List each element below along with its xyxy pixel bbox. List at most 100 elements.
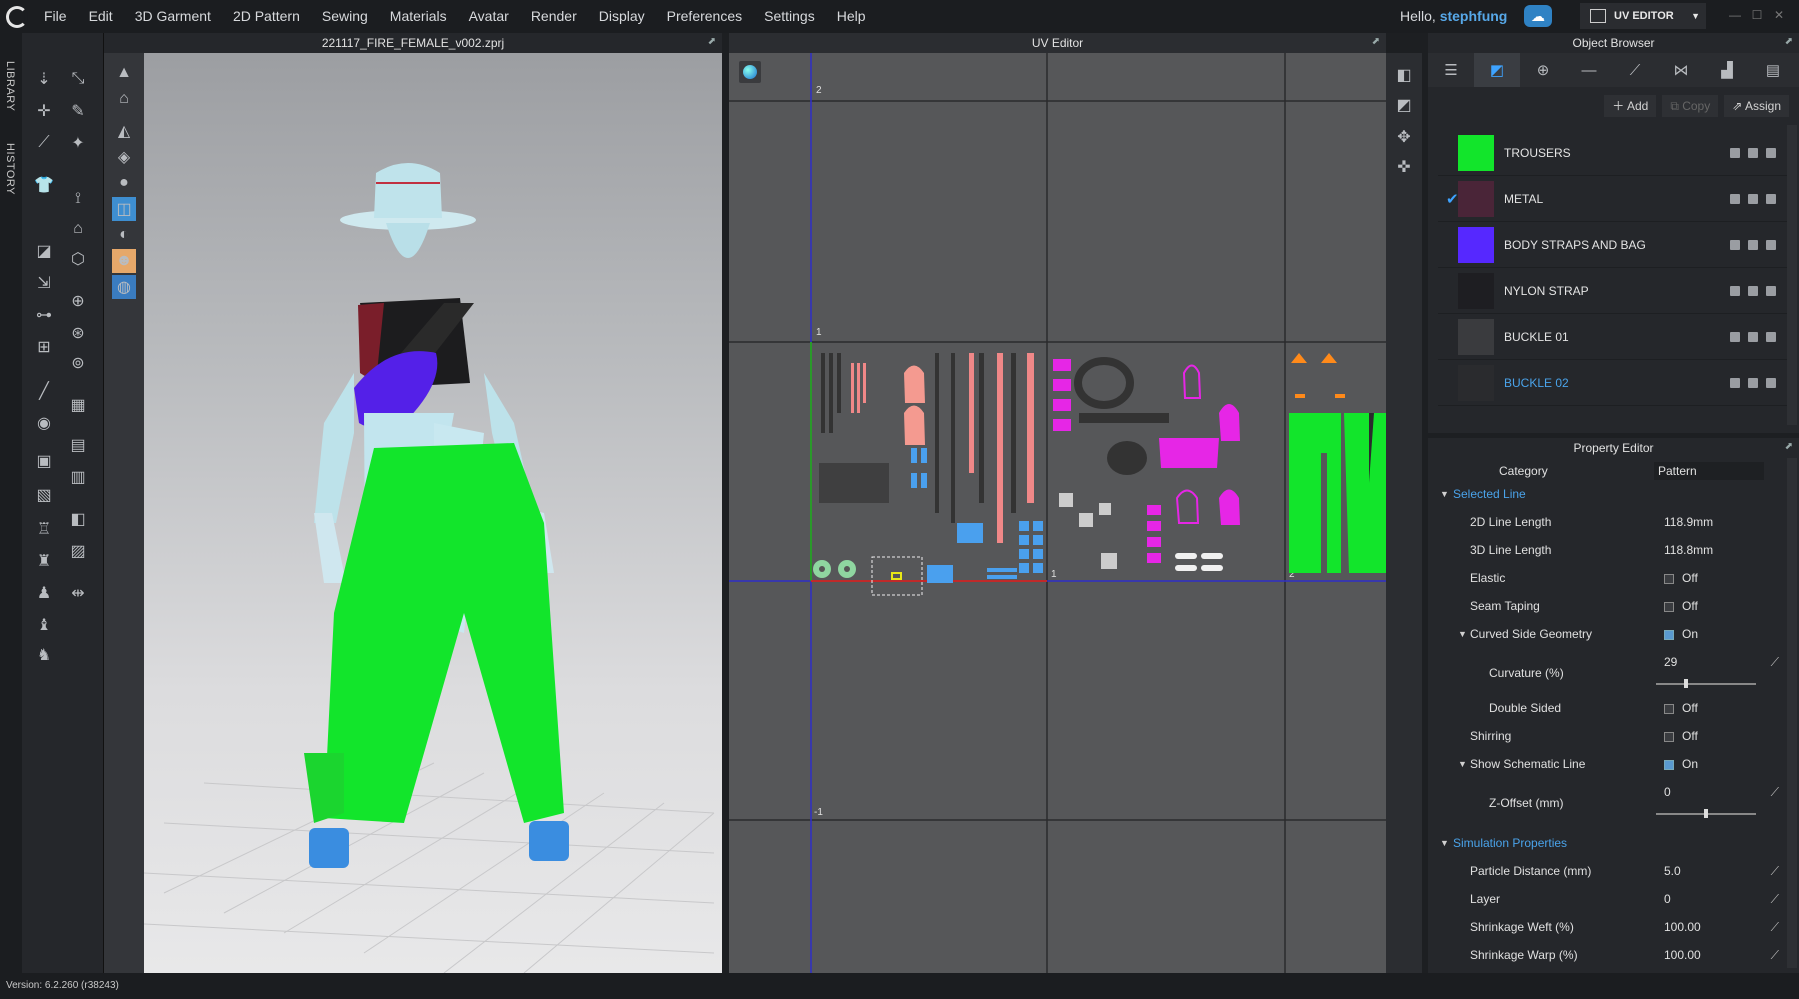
minimize-icon[interactable]: — <box>1726 8 1744 24</box>
select-mesh-icon[interactable]: ⤡ <box>66 67 90 91</box>
duplicate-icon[interactable] <box>1730 331 1740 342</box>
view-avatar-icon[interactable]: ● <box>112 171 136 195</box>
particle-value[interactable]: 5.0 <box>1664 864 1681 878</box>
layer-value[interactable]: 0 <box>1664 892 1671 906</box>
avatar-scene[interactable] <box>104 53 722 973</box>
snapshot-icon[interactable]: ◩ <box>1392 93 1416 117</box>
sim-props-header[interactable]: Simulation Properties <box>1453 836 1567 850</box>
buttonhole-icon[interactable]: ⊛ <box>66 321 90 345</box>
material-row[interactable]: BODY STRAPS AND BAG <box>1438 222 1788 268</box>
measure-icon[interactable]: ⇲ <box>32 271 56 295</box>
lock-icon[interactable] <box>1748 193 1758 204</box>
save-icon[interactable] <box>1766 285 1776 296</box>
schematic-toggle[interactable]: On <box>1664 757 1698 771</box>
particle-pin-icon[interactable]: ⟋ <box>1771 864 1779 879</box>
duplicate-icon[interactable] <box>1730 239 1740 250</box>
uv-canvas[interactable]: 2 1 -1 1 2 <box>729 53 1386 973</box>
sculpt-icon[interactable]: ◉ <box>32 411 56 435</box>
collapse-icon[interactable]: ▼ <box>1440 489 1449 499</box>
fold-icon[interactable]: ◪ <box>32 239 56 263</box>
hanger-icon[interactable]: ⌂ <box>66 217 90 241</box>
material-row[interactable]: ✔ METAL <box>1438 176 1788 222</box>
weft-value[interactable]: 100.00 <box>1664 920 1701 934</box>
shirt-icon[interactable]: 👕 <box>32 173 56 197</box>
zoffset-slider[interactable] <box>1656 809 1756 818</box>
texture-icon[interactable]: ▣ <box>32 449 56 473</box>
cloud-sync-icon[interactable]: ☁ <box>1524 5 1552 27</box>
zipper-tab-icon[interactable]: ⋈ <box>1658 53 1704 87</box>
view-skin-icon[interactable]: ☻ <box>112 249 136 273</box>
duplicate-icon[interactable] <box>1730 285 1740 296</box>
menu-preferences[interactable]: Preferences <box>656 0 753 33</box>
menu-file[interactable]: File <box>33 0 78 33</box>
view-uv-icon[interactable]: ◫ <box>112 197 136 221</box>
seam-taping-checkbox[interactable] <box>1664 601 1674 612</box>
view-front-icon[interactable]: ▲ <box>112 61 136 85</box>
close-icon[interactable]: ✕ <box>1770 8 1788 24</box>
lock-icon[interactable] <box>1748 331 1758 342</box>
line-icon[interactable]: ╱ <box>32 379 56 403</box>
save-icon[interactable] <box>1766 147 1776 158</box>
uv-sphere-icon[interactable] <box>739 61 761 83</box>
trim-add-icon[interactable]: ◧ <box>66 507 90 531</box>
button-icon[interactable]: ⊕ <box>66 289 90 313</box>
copy-button[interactable]: ⧉ Copy <box>1662 95 1719 117</box>
material-swatch[interactable] <box>1458 134 1494 171</box>
puckering-icon[interactable]: ▤ <box>66 433 90 457</box>
layer-pin-icon[interactable]: ⟋ <box>1771 892 1779 907</box>
seam-taping-toggle[interactable]: Off <box>1664 599 1698 613</box>
zoffset-pin-icon[interactable]: ⟋ <box>1771 785 1779 800</box>
elastic-toggle[interactable]: Off <box>1664 571 1698 585</box>
lock-icon[interactable] <box>1748 377 1758 388</box>
edit-curve-icon[interactable]: ⟋ <box>32 131 56 155</box>
save-icon[interactable] <box>1766 331 1776 342</box>
view-shirt-icon[interactable]: ⌂ <box>112 87 136 111</box>
shirring-toggle[interactable]: Off <box>1664 729 1698 743</box>
maximize-icon[interactable]: ☐ <box>1748 8 1766 24</box>
zipper-icon[interactable]: ⊶ <box>32 303 56 327</box>
material-swatch[interactable] <box>1458 318 1494 355</box>
arrange-icon[interactable]: ⇹ <box>66 581 90 605</box>
select-icon[interactable]: ⇣ <box>32 67 56 91</box>
brush-icon[interactable]: ✎ <box>66 99 90 123</box>
duplicate-icon[interactable] <box>1730 147 1740 158</box>
view-texture-icon[interactable]: ◈ <box>112 145 136 169</box>
menu-help[interactable]: Help <box>826 0 877 33</box>
elastic-checkbox[interactable] <box>1664 573 1674 584</box>
pin-icon[interactable]: ⟋ <box>1771 655 1779 670</box>
material-swatch[interactable] <box>1458 180 1494 217</box>
unwrap-icon[interactable]: ✜ <box>1392 155 1416 179</box>
avatar-icon[interactable]: ♟ <box>32 581 56 605</box>
view-garment-icon[interactable]: ◭ <box>112 119 136 143</box>
panel-icon[interactable]: ▨ <box>66 539 90 563</box>
expand-icon[interactable]: ⬈ <box>708 36 716 47</box>
mode-selector[interactable]: UV EDITOR ▼ <box>1580 3 1706 29</box>
material-row[interactable]: TROUSERS <box>1438 130 1788 176</box>
warp-pin-icon[interactable]: ⟋ <box>1771 948 1779 963</box>
topstitch-icon[interactable]: ▦ <box>66 393 90 417</box>
zoffset-knob[interactable] <box>1704 809 1708 818</box>
menu-edit[interactable]: Edit <box>78 0 124 33</box>
double-sided-toggle[interactable]: Off <box>1664 701 1698 715</box>
tack-icon[interactable]: ⟟ <box>66 187 90 211</box>
lock-icon[interactable] <box>1748 147 1758 158</box>
property-scrollbar[interactable] <box>1787 458 1797 968</box>
save-icon[interactable] <box>1766 193 1776 204</box>
menu-3d-garment[interactable]: 3D Garment <box>124 0 222 33</box>
menu-settings[interactable]: Settings <box>753 0 826 33</box>
view-globe-icon[interactable]: ◍ <box>112 275 136 299</box>
menu-materials[interactable]: Materials <box>379 0 458 33</box>
warp-value[interactable]: 100.00 <box>1664 948 1701 962</box>
uv-expand-icon[interactable]: ⬈ <box>1372 36 1380 47</box>
viewport-3d[interactable]: 221117_FIRE_FEMALE_v002.zprj ⬈ <box>104 33 722 973</box>
sim-collapse-icon[interactable]: ▼ <box>1440 838 1449 848</box>
save-icon[interactable] <box>1766 377 1776 388</box>
menu-2d-pattern[interactable]: 2D Pattern <box>222 0 311 33</box>
add-button[interactable]: ＋ Add <box>1604 95 1657 117</box>
shirring-checkbox[interactable] <box>1664 731 1674 742</box>
weft-pin-icon[interactable]: ⟋ <box>1771 920 1779 935</box>
more-tab-icon[interactable]: ▤ <box>1750 53 1796 87</box>
vest-icon[interactable]: ♜ <box>32 549 56 573</box>
camera-icon[interactable]: ◧ <box>1392 63 1416 87</box>
app-logo-icon[interactable] <box>0 0 33 33</box>
